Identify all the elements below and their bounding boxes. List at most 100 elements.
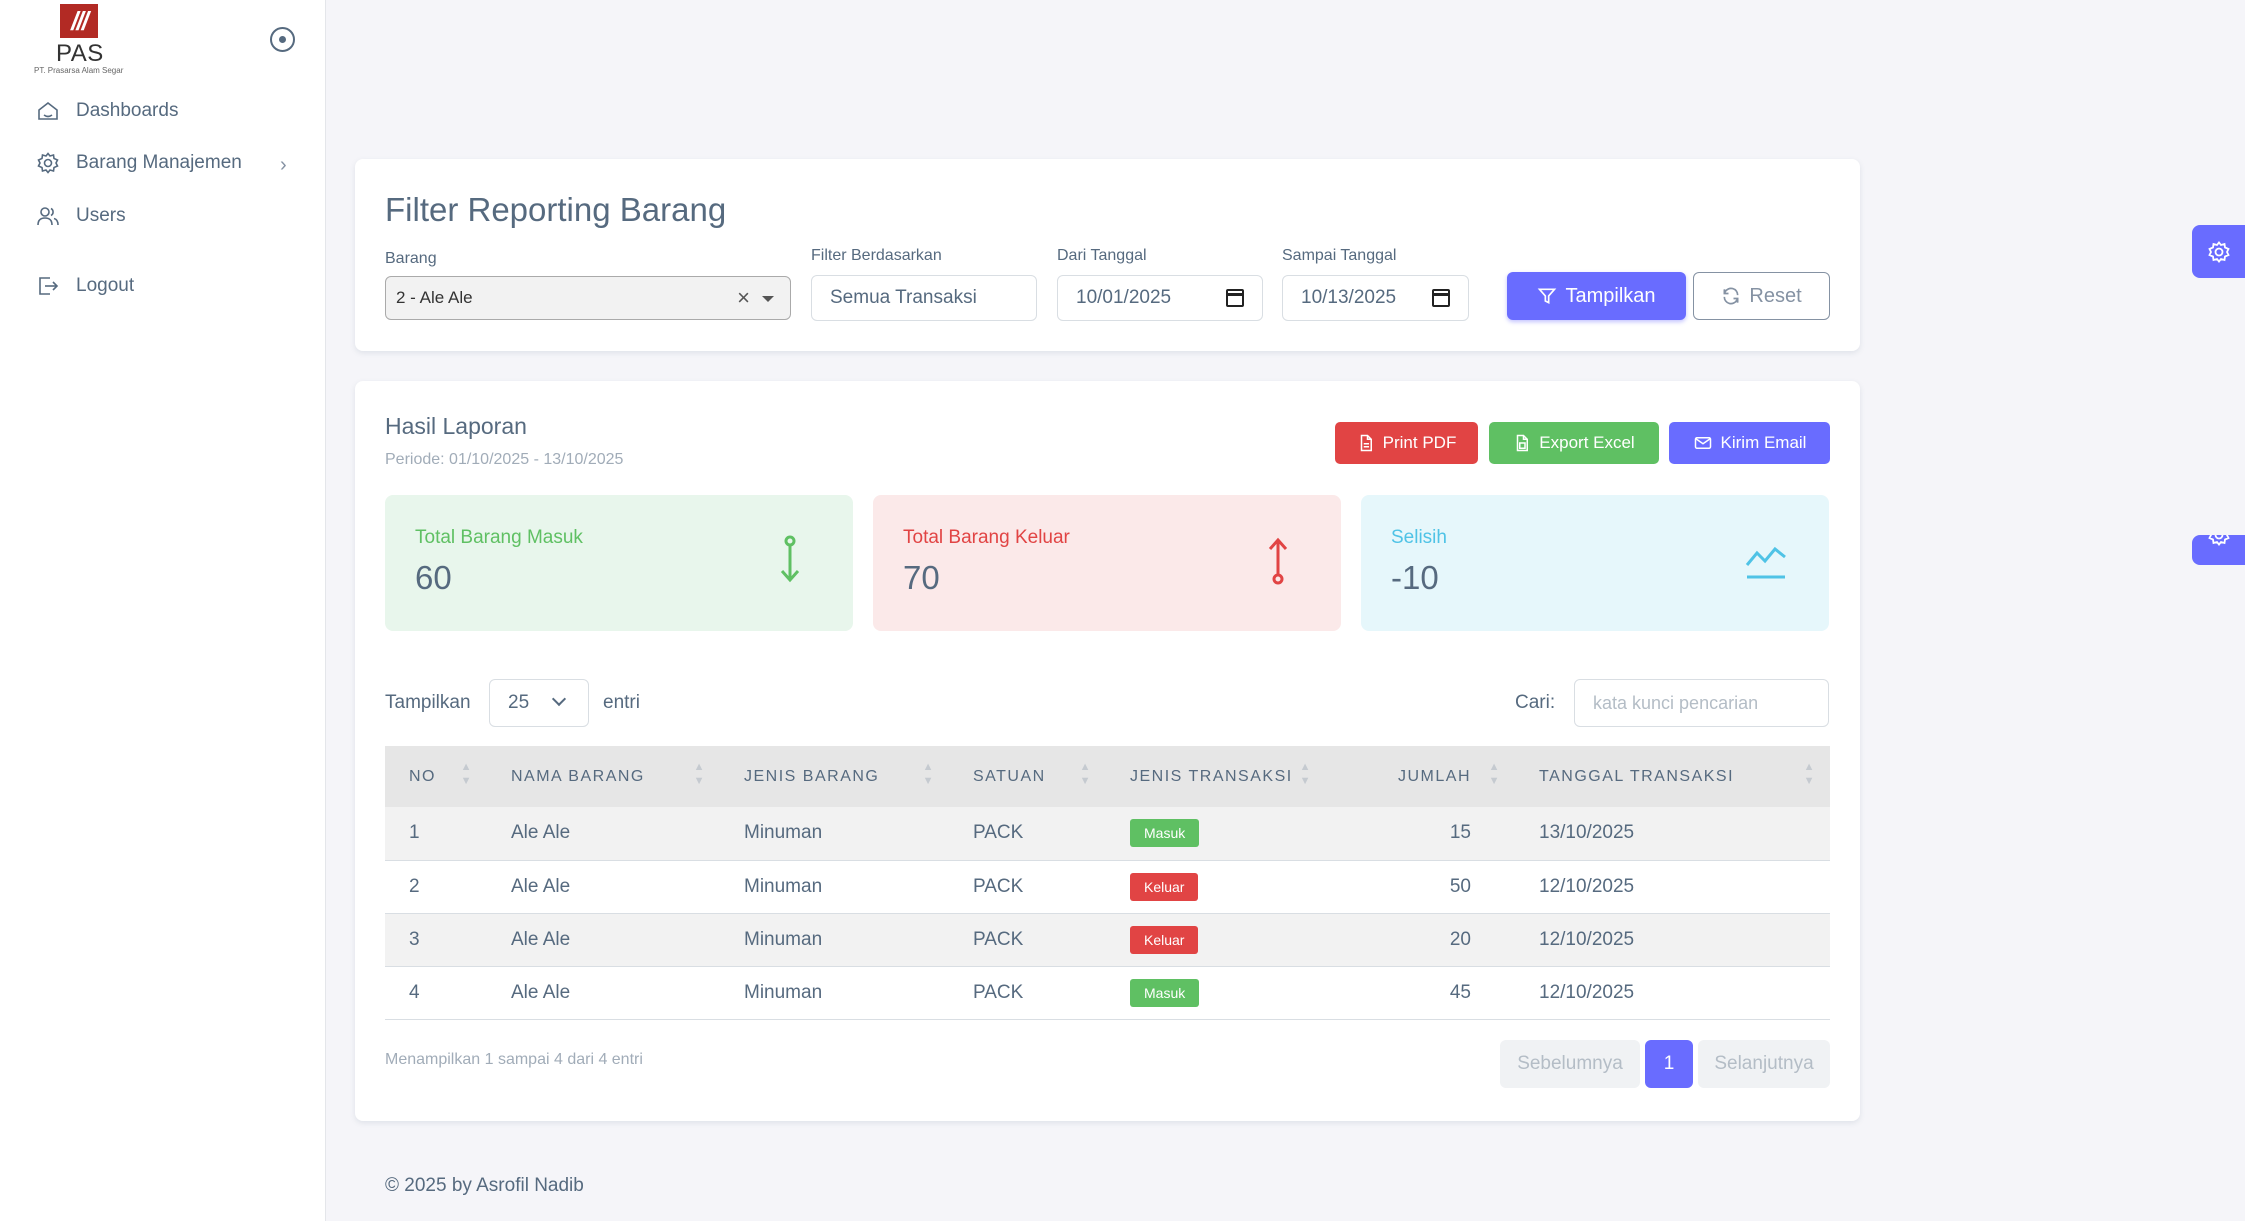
sort-icon: ▲ ▼: [1803, 761, 1816, 787]
cell-nama: Ale Ale: [511, 822, 571, 844]
logout-icon: [36, 274, 60, 298]
calendar-icon[interactable]: [1432, 289, 1450, 307]
mail-icon: [1694, 437, 1711, 449]
filter-berdasarkan-label: Filter Berdasarkan: [811, 247, 942, 264]
cell-tanggal: 13/10/2025: [1539, 822, 1635, 844]
barang-select[interactable]: 2 - Ale Ale ×: [385, 276, 791, 320]
cell-no: 3: [409, 928, 420, 950]
cell-tanggal: 12/10/2025: [1539, 928, 1635, 950]
stat-selisih: Selisih -10: [1361, 495, 1829, 631]
refresh-icon: [1723, 287, 1739, 305]
customizer-button[interactable]: [2192, 225, 2245, 278]
sidebar-item-dashboards[interactable]: Dashboards: [36, 93, 178, 129]
chevron-right-icon: ›: [280, 154, 287, 176]
stat-keluar-value: 70: [903, 559, 940, 596]
barang-select-value: 2 - Ale Ale: [396, 288, 473, 307]
brand-name: PAS: [56, 40, 104, 67]
dari-tanggal-input[interactable]: 10/01/2025: [1057, 275, 1263, 321]
cell-satuan: PACK: [973, 928, 1024, 950]
sidebar-item-logout[interactable]: Logout: [36, 268, 134, 304]
gear-icon: [2207, 535, 2230, 546]
pagination-page-1[interactable]: 1: [1645, 1040, 1693, 1088]
status-badge: Masuk: [1130, 978, 1200, 1007]
logo-mark: ///: [60, 4, 98, 38]
print-pdf-button[interactable]: Print PDF: [1335, 422, 1478, 464]
report-periode: Periode: 01/10/2025 - 13/10/2025: [385, 451, 624, 468]
search-input[interactable]: kata kunci pencarian: [1574, 679, 1829, 727]
stat-barang-keluar: Total Barang Keluar 70: [873, 495, 1341, 631]
cell-satuan: PACK: [973, 822, 1024, 844]
sampai-tanggal-value: 10/13/2025: [1301, 287, 1397, 308]
table-info: Menampilkan 1 sampai 4 dari 4 entri: [385, 1051, 643, 1068]
cell-transaksi: Keluar: [1106, 860, 1326, 913]
kirim-email-label: Kirim Email: [1720, 433, 1807, 452]
column-header-jenis-barang[interactable]: JENIS BARANG ▲ ▼: [720, 746, 949, 807]
gear-icon: [36, 151, 60, 175]
export-excel-button[interactable]: Export Excel: [1489, 422, 1659, 464]
barang-label: Barang: [385, 250, 437, 267]
export-excel-label: Export Excel: [1539, 433, 1635, 452]
page-title: Filter Reporting Barang: [385, 191, 727, 228]
cell-nama: Ale Ale: [511, 981, 571, 1003]
sidebar-toggle-icon[interactable]: [270, 27, 295, 52]
cell-nama: Ale Ale: [511, 928, 571, 950]
stat-keluar-label: Total Barang Keluar: [903, 527, 1070, 548]
status-badge: Keluar: [1130, 872, 1199, 901]
column-header-satuan[interactable]: SATUAN ▲ ▼: [949, 746, 1106, 807]
length-prefix: Tampilkan: [385, 692, 471, 713]
length-suffix: entri: [603, 692, 640, 713]
sort-icon: ▲ ▼: [1488, 761, 1501, 787]
search-label: Cari:: [1515, 692, 1556, 713]
caret-down-icon[interactable]: [762, 296, 774, 302]
report-table: NO ▲ ▼ NAMA BARANG ▲ ▼ JENIS BARANG ▲ ▼ SATUAN…: [385, 746, 1830, 1020]
cell-nama: Ale Ale: [511, 875, 571, 897]
table-row: 2 Ale Ale Minuman PACK Keluar 50 12/10/2…: [385, 860, 1830, 913]
users-icon: [36, 204, 60, 228]
entries-per-page-value: 25: [508, 692, 530, 713]
table-row: 3 Ale Ale Minuman PACK Keluar 20 12/10/2…: [385, 913, 1830, 966]
cell-jenis: Minuman: [744, 875, 823, 897]
column-header-no[interactable]: NO ▲ ▼: [385, 746, 487, 807]
pagination-prev-button[interactable]: Sebelumnya: [1500, 1040, 1640, 1088]
chevron-down-icon: [551, 691, 567, 707]
stat-barang-masuk: Total Barang Masuk 60: [385, 495, 853, 631]
dari-tanggal-label: Dari Tanggal: [1057, 247, 1147, 264]
cell-transaksi: Masuk: [1106, 966, 1326, 1019]
sort-icon: ▲ ▼: [460, 761, 473, 787]
entries-per-page-select[interactable]: 25: [489, 679, 589, 727]
sidebar-item-label: Dashboards: [76, 100, 179, 121]
cell-no: 4: [409, 981, 420, 1003]
cell-transaksi: Masuk: [1106, 807, 1326, 860]
column-header-jenis-transaksi[interactable]: JENIS TRANSAKSI ▲ ▼: [1106, 746, 1326, 807]
column-header-nama-barang[interactable]: NAMA BARANG ▲ ▼: [487, 746, 720, 807]
filter-berdasarkan-select[interactable]: Semua Transaksi: [811, 275, 1037, 321]
reset-button[interactable]: Reset: [1693, 272, 1830, 320]
table-row: 1 Ale Ale Minuman PACK Masuk 15 13/10/20…: [385, 807, 1830, 860]
tampilkan-label: Tampilkan: [1565, 284, 1656, 307]
cell-jenis: Minuman: [744, 981, 823, 1003]
table-row: 4 Ale Ale Minuman PACK Masuk 45 12/10/20…: [385, 966, 1830, 1019]
customizer-button-secondary[interactable]: [2192, 535, 2245, 565]
pagination-next-button[interactable]: Selanjutnya: [1698, 1040, 1830, 1088]
filter-berdasarkan-value: Semua Transaksi: [830, 287, 977, 308]
print-pdf-label: Print PDF: [1382, 433, 1457, 452]
reset-label: Reset: [1749, 284, 1802, 307]
sidebar-item-users[interactable]: Users: [36, 198, 126, 234]
column-header-tanggal-transaksi[interactable]: TANGGAL TRANSAKSI ▲ ▼: [1515, 746, 1830, 807]
kirim-email-button[interactable]: Kirim Email: [1669, 422, 1830, 464]
sidebar-item-label: Barang Manajemen: [76, 152, 242, 173]
sidebar-item-label: Logout: [76, 275, 135, 296]
calendar-icon[interactable]: [1226, 289, 1244, 307]
tampilkan-button[interactable]: Tampilkan: [1507, 272, 1686, 320]
sidebar-item-barang-manajemen[interactable]: Barang Manajemen: [36, 145, 242, 181]
column-header-jumlah[interactable]: JUMLAH ▲ ▼: [1326, 746, 1515, 807]
sampai-tanggal-input[interactable]: 10/13/2025: [1282, 275, 1469, 321]
sort-icon: ▲ ▼: [693, 761, 706, 787]
trending-chart-icon: [1745, 546, 1786, 579]
brand-logo[interactable]: /// PAS PT. Prasarsa Alam Segar: [34, 4, 134, 76]
file-excel-icon: [1517, 434, 1529, 452]
brand-subtitle: PT. Prasarsa Alam Segar: [34, 66, 124, 75]
table-header-row: NO ▲ ▼ NAMA BARANG ▲ ▼ JENIS BARANG ▲ ▼ SATUAN…: [385, 746, 1830, 807]
sidebar-item-label: Users: [76, 205, 126, 226]
clear-icon[interactable]: ×: [737, 285, 750, 311]
